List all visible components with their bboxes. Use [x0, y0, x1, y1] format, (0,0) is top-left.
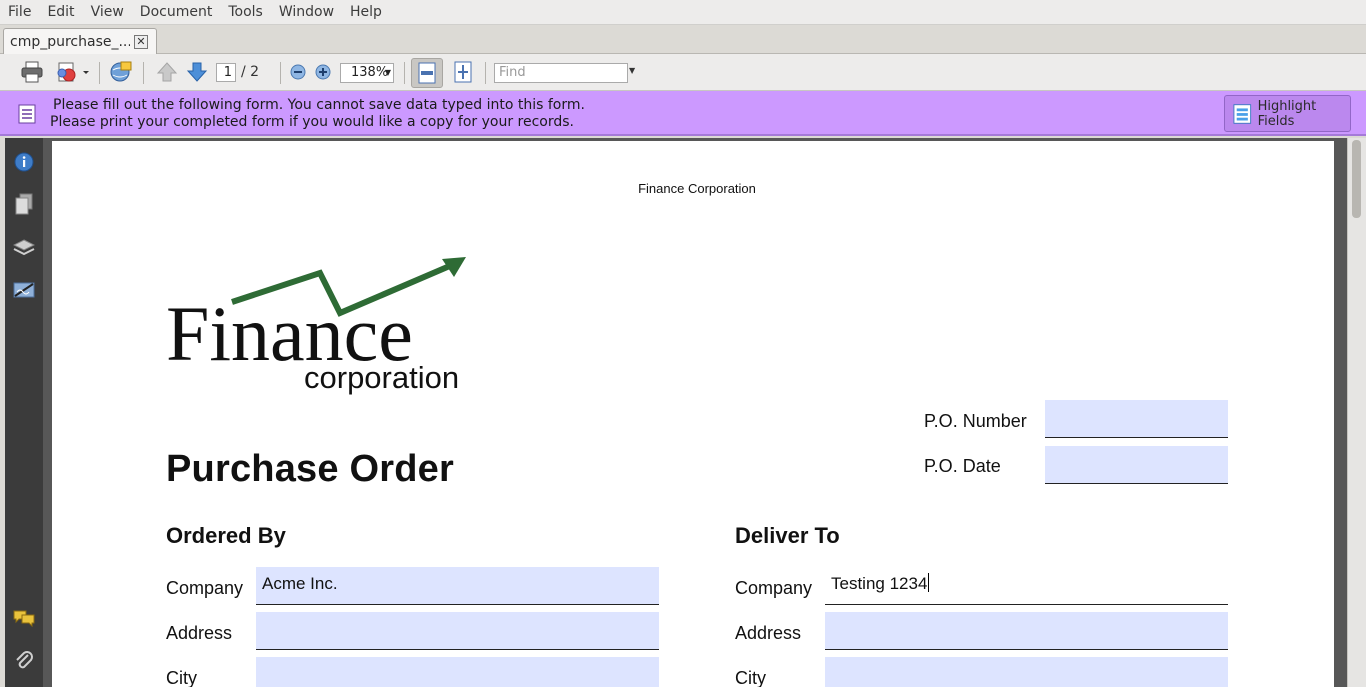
close-tab-icon[interactable]: ✕ — [134, 35, 148, 49]
deliver-to-company-label: Company — [735, 578, 813, 598]
ordered-by-city-field[interactable] — [256, 657, 659, 687]
deliver-to-company-value: Testing 1234 — [831, 574, 928, 593]
print-button[interactable] — [18, 59, 46, 85]
deliver-to-address-label: Address — [735, 623, 802, 643]
tab-bar: cmp_purchase_... ✕ — [0, 25, 1366, 54]
pdf-page: Finance Corporation Finance corporation … — [52, 141, 1334, 687]
form-notification-text: Please fill out the following form. You … — [50, 97, 585, 131]
zoom-select[interactable]: 138% ▼ — [340, 63, 394, 83]
highlight-fields-label: Highlight Fields — [1257, 98, 1317, 129]
document-tab[interactable]: cmp_purchase_... ✕ — [3, 28, 157, 54]
fit-page-icon — [454, 61, 472, 83]
find-input[interactable]: Find — [494, 63, 628, 83]
menu-window[interactable]: Window — [271, 0, 342, 25]
fit-width-icon — [418, 62, 436, 84]
navigation-sidebar — [5, 138, 43, 687]
toolbar-separator — [143, 62, 144, 84]
page-title: Purchase Order — [166, 448, 454, 490]
previous-page-button[interactable] — [154, 59, 180, 85]
highlight-fields-button[interactable]: Highlight Fields — [1224, 95, 1351, 132]
menu-document[interactable]: Document — [132, 0, 221, 25]
page-number-input[interactable]: 1 — [216, 63, 236, 82]
web-search-button[interactable] — [106, 59, 136, 85]
menu-edit[interactable]: Edit — [39, 0, 82, 25]
arrow-down-icon — [186, 62, 208, 82]
ordered-by-company-field[interactable]: Acme Inc. — [256, 567, 659, 605]
menubar: File Edit View Document Tools Window Hel… — [0, 0, 1366, 25]
notification-line-1: Please fill out the following form. You … — [53, 97, 585, 113]
document-tab-title: cmp_purchase_... — [10, 33, 130, 50]
document-viewport: Finance Corporation Finance corporation … — [43, 138, 1347, 687]
fit-width-button[interactable] — [411, 58, 443, 88]
layers-panel-button[interactable] — [12, 236, 36, 260]
po-number-field[interactable] — [1045, 400, 1228, 438]
menu-view[interactable]: View — [83, 0, 132, 25]
find-options-chevron-icon[interactable]: ▼ — [629, 66, 635, 75]
ordered-by-city-label: City — [166, 668, 197, 687]
toolbar: 1 / 2 138% ▼ Find ▼ — [0, 54, 1366, 91]
toolbar-separator — [99, 62, 100, 84]
ordered-by-heading: Ordered By — [166, 523, 286, 548]
form-document-icon — [18, 104, 36, 124]
info-icon — [14, 152, 34, 172]
text-cursor — [928, 573, 930, 592]
zoom-value: 138% — [351, 65, 389, 80]
export-icon — [57, 62, 89, 82]
menu-help[interactable]: Help — [342, 0, 390, 25]
comments-icon — [13, 610, 35, 628]
layers-icon — [13, 239, 35, 256]
page-header-text: Finance Corporation — [638, 181, 756, 196]
form-notification-bar: Please fill out the following form. You … — [0, 91, 1366, 136]
document-info-button[interactable] — [12, 150, 36, 174]
po-number-label: P.O. Number — [924, 411, 1027, 431]
toolbar-separator — [485, 62, 486, 84]
fit-page-button[interactable] — [450, 59, 476, 85]
menu-file[interactable]: File — [0, 0, 39, 25]
deliver-to-city-label: City — [735, 668, 766, 687]
zoom-out-button[interactable] — [288, 59, 308, 85]
export-button[interactable] — [54, 59, 92, 85]
highlight-fields-icon — [1233, 103, 1252, 124]
chevron-down-icon: ▼ — [384, 68, 391, 77]
finance-corporation-logo: Finance corporation — [166, 257, 466, 395]
po-date-field[interactable] — [1045, 446, 1228, 484]
page-total: / 2 — [241, 64, 260, 80]
ordered-by-address-label: Address — [166, 623, 233, 643]
po-date-label: P.O. Date — [924, 456, 1001, 476]
zoom-in-icon — [315, 64, 331, 80]
globe-search-icon — [110, 61, 132, 82]
printer-icon — [21, 61, 43, 83]
attachments-panel-button[interactable] — [12, 648, 36, 672]
zoom-out-icon — [290, 64, 306, 80]
deliver-to-heading: Deliver To — [735, 523, 840, 548]
pages-icon — [15, 193, 33, 215]
next-page-button[interactable] — [184, 59, 210, 85]
zoom-in-button[interactable] — [313, 59, 333, 85]
toolbar-separator — [404, 62, 405, 84]
pages-panel-button[interactable] — [12, 192, 36, 216]
signature-icon — [13, 282, 35, 298]
comments-panel-button[interactable] — [12, 606, 36, 630]
scrollbar-thumb[interactable] — [1352, 140, 1361, 218]
logo-subword: corporation — [304, 360, 459, 395]
menu-tools[interactable]: Tools — [220, 0, 271, 25]
notification-line-2: Please print your completed form if you … — [50, 114, 574, 130]
toolbar-separator — [280, 62, 281, 84]
paperclip-icon — [16, 651, 33, 669]
ordered-by-company-label: Company — [166, 578, 244, 598]
signatures-panel-button[interactable] — [12, 278, 36, 302]
vertical-scrollbar[interactable] — [1347, 138, 1366, 687]
ordered-by-address-field[interactable] — [256, 612, 659, 650]
deliver-to-address-field[interactable] — [825, 612, 1228, 650]
arrow-up-icon — [156, 62, 178, 82]
deliver-to-city-field[interactable] — [825, 657, 1228, 687]
deliver-to-company-field[interactable]: Testing 1234 — [825, 567, 1228, 605]
